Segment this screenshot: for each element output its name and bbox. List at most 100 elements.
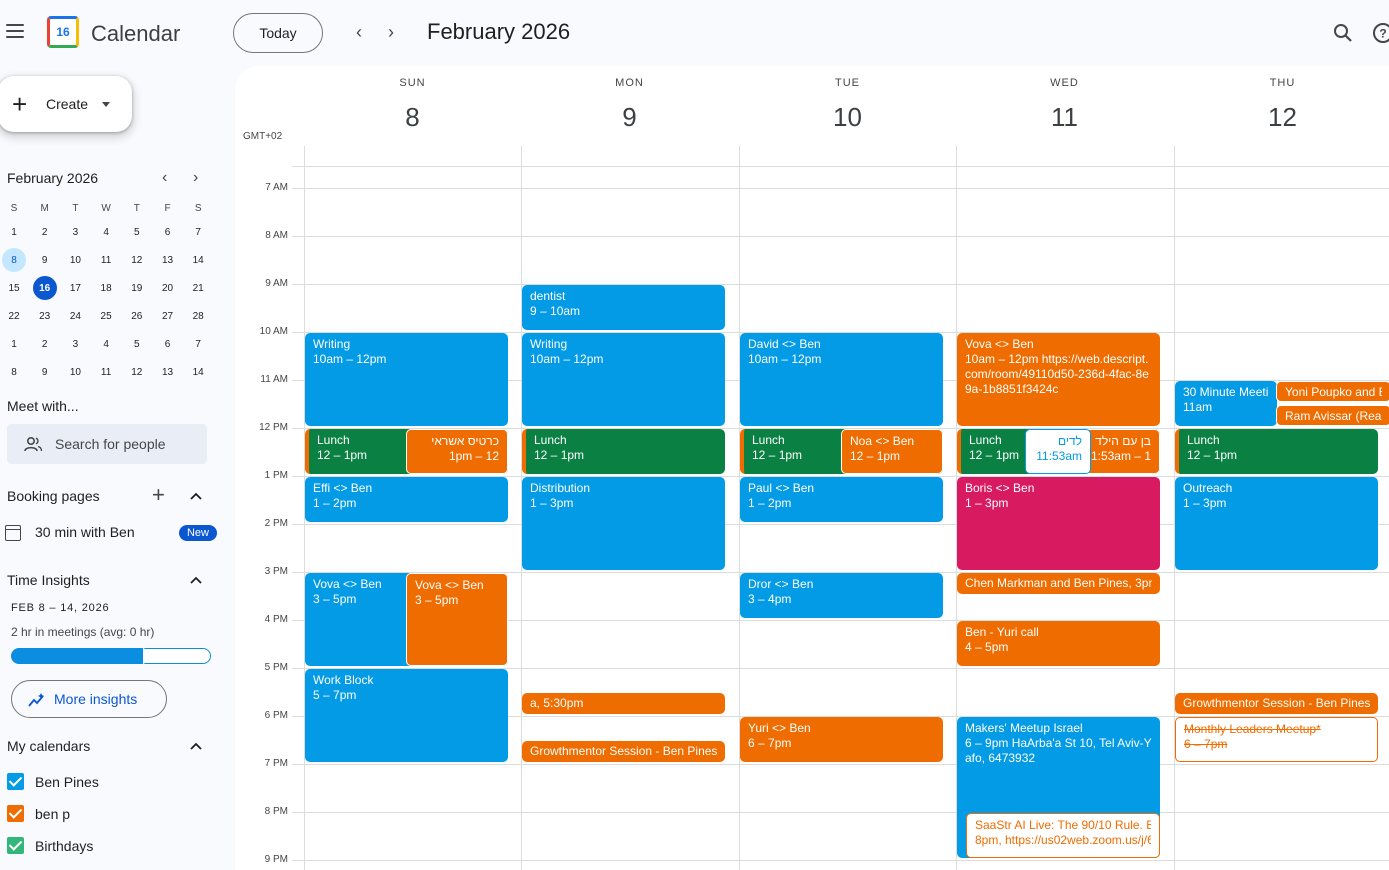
mini-calendar-day[interactable]: 3 [63, 332, 87, 356]
mini-calendar-day[interactable]: 10 [63, 360, 87, 384]
calendar-event[interactable]: Growthmentor Session - Ben Pines [1175, 693, 1378, 714]
checkbox-checked-icon[interactable] [7, 837, 24, 854]
mini-calendar-day[interactable]: 13 [156, 248, 180, 272]
search-for-people-input[interactable]: Search for people [7, 424, 207, 464]
mini-calendar-prev-icon[interactable]: ‹ [162, 169, 167, 187]
mini-calendar-day[interactable]: 23 [33, 304, 57, 328]
calendar-event[interactable]: Yuri <> Ben 6 – 7pm [740, 717, 943, 762]
add-booking-page-icon[interactable]: + [152, 482, 165, 508]
mini-calendar-day[interactable]: 7 [186, 220, 210, 244]
calendar-event[interactable]: Yoni Poupko and Ben [1276, 381, 1389, 402]
day-header[interactable]: WED 11 [956, 66, 1173, 146]
calendar-event[interactable]: Vova <> Ben 10am – 12pm https://web.descr… [957, 333, 1160, 426]
mini-calendar-day[interactable]: 14 [186, 360, 210, 384]
calendar-event[interactable]: 30 Minute Meeting11am [1175, 381, 1277, 426]
mini-calendar-day[interactable]: 6 [156, 332, 180, 356]
mini-calendar-day[interactable]: 1 [2, 220, 26, 244]
calendar-event[interactable]: Lunch 12 – 1pm [1175, 429, 1378, 474]
day-number[interactable]: 8 [304, 102, 521, 133]
calendar-event[interactable]: Lunch 12 – 1pm [522, 429, 725, 474]
mini-calendar-day[interactable]: 14 [186, 248, 210, 272]
mini-calendar-day[interactable]: 4 [94, 220, 118, 244]
mini-calendar-day[interactable]: 21 [186, 276, 210, 300]
calendar-event[interactable]: a, 5:30pm [522, 693, 725, 714]
chevron-up-icon[interactable] [188, 738, 204, 754]
calendar-toggle[interactable]: Birthdays [7, 836, 207, 856]
day-number[interactable]: 10 [739, 102, 956, 133]
today-button[interactable]: Today [233, 13, 323, 53]
calendar-logo[interactable]: 16 [47, 16, 79, 48]
mini-calendar-day[interactable]: 22 [2, 304, 26, 328]
calendar-event[interactable]: Ben - Yuri call 4 – 5pm [957, 621, 1160, 666]
mini-calendar-day[interactable]: 26 [125, 304, 149, 328]
day-number[interactable]: 9 [521, 102, 738, 133]
mini-calendar-day[interactable]: 28 [186, 304, 210, 328]
calendar-event[interactable]: Work Block 5 – 7pm [305, 669, 508, 762]
calendar-event[interactable]: Outreach 1 – 3pm [1175, 477, 1378, 570]
mini-calendar-day[interactable]: 2 [33, 220, 57, 244]
calendar-event[interactable]: Ram Avissar (Read [1276, 405, 1389, 426]
help-icon[interactable]: ? [1371, 21, 1389, 45]
chevron-up-icon[interactable] [188, 488, 204, 504]
mini-calendar-day[interactable]: 2 [33, 332, 57, 356]
mini-calendar-day[interactable]: 6 [156, 220, 180, 244]
search-icon[interactable] [1331, 21, 1355, 45]
mini-calendar-day[interactable]: 11 [94, 360, 118, 384]
calendar-event[interactable]: Effi <> Ben 1 – 2pm [305, 477, 508, 522]
next-week-button[interactable]: › [381, 22, 401, 42]
mini-calendar-day[interactable]: 12 [125, 248, 149, 272]
day-header[interactable]: TUE 10 [739, 66, 956, 146]
day-header[interactable]: MON 9 [521, 66, 738, 146]
day-header[interactable]: SUN 8 [304, 66, 521, 146]
mini-calendar-day[interactable]: 16 [32, 276, 57, 300]
mini-calendar-day[interactable]: 15 [2, 276, 26, 300]
mini-calendar-day[interactable]: 10 [63, 248, 87, 272]
calendar-event[interactable]: Chen Markman and Ben Pines, 3pm [957, 573, 1160, 594]
calendar-event[interactable]: David <> Ben 10am – 12pm [740, 333, 943, 426]
mini-calendar-day[interactable]: 17 [63, 276, 87, 300]
main-menu-icon[interactable] [6, 24, 24, 38]
checkbox-checked-icon[interactable] [7, 773, 24, 790]
mini-calendar-day[interactable]: 3 [63, 220, 87, 244]
day-header[interactable]: THU 12 [1174, 66, 1389, 146]
mini-calendar-next-icon[interactable]: › [193, 169, 198, 187]
mini-calendar-day[interactable]: 9 [33, 360, 57, 384]
create-button[interactable]: + Create [0, 76, 132, 132]
calendar-event[interactable]: Writing 10am – 12pm [522, 333, 725, 426]
mini-calendar-day[interactable]: 18 [94, 276, 118, 300]
mini-calendar-day[interactable]: 8 [2, 248, 26, 272]
calendar-event[interactable]: Monthly Leaders Meetup* 6 – 7pm [1175, 717, 1378, 762]
calendar-event[interactable]: dentist 9 – 10am [522, 285, 725, 330]
previous-week-button[interactable]: ‹ [349, 22, 369, 42]
checkbox-checked-icon[interactable] [7, 805, 24, 822]
mini-calendar-day[interactable]: 1 [2, 332, 26, 356]
mini-calendar-day[interactable]: 19 [125, 276, 149, 300]
mini-calendar-day[interactable]: 11 [94, 248, 118, 272]
mini-calendar-day[interactable]: 13 [156, 360, 180, 384]
calendar-event[interactable]: Vova <> Ben 3 – 5pm [406, 573, 508, 666]
mini-calendar-day[interactable]: 27 [156, 304, 180, 328]
calendar-event[interactable]: Distribution 1 – 3pm [522, 477, 725, 570]
calendar-event[interactable]: לדים11:53am – [1025, 429, 1091, 474]
day-number[interactable]: 11 [956, 102, 1173, 133]
calendar-toggle[interactable]: Ben Pines [7, 772, 207, 792]
mini-calendar-day[interactable]: 20 [156, 276, 180, 300]
calendar-event[interactable]: Writing 10am – 12pm [305, 333, 508, 426]
calendar-event[interactable]: Boris <> Ben 1 – 3pm [957, 477, 1160, 570]
mini-calendar-day[interactable]: 9 [33, 248, 57, 272]
day-number[interactable]: 12 [1174, 102, 1389, 133]
calendar-toggle[interactable]: ben p [7, 804, 207, 824]
mini-calendar-day[interactable]: 8 [2, 360, 26, 384]
calendar-event[interactable]: Noa <> Ben 12 – 1pm [841, 429, 943, 474]
calendar-event[interactable]: Growthmentor Session - Ben Pines [522, 741, 725, 762]
calendar-event[interactable]: Paul <> Ben 1 – 2pm [740, 477, 943, 522]
booking-page-item[interactable]: 30 min with Ben New [5, 522, 217, 544]
mini-calendar-day[interactable]: 24 [63, 304, 87, 328]
more-insights-button[interactable]: More insights [11, 680, 167, 718]
mini-calendar-day[interactable]: 25 [94, 304, 118, 328]
mini-calendar-day[interactable]: 12 [125, 360, 149, 384]
mini-calendar-day[interactable]: 7 [186, 332, 210, 356]
mini-calendar-day[interactable]: 4 [94, 332, 118, 356]
mini-calendar-day[interactable]: 5 [125, 220, 149, 244]
mini-calendar-day[interactable]: 5 [125, 332, 149, 356]
